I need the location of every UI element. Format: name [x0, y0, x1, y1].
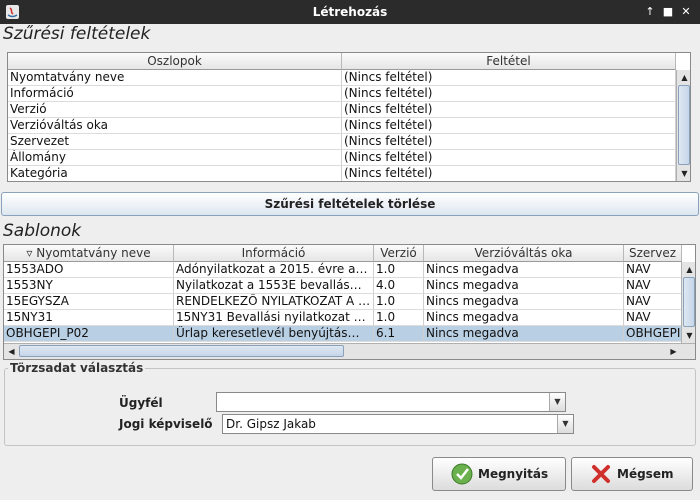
- templates-col-info[interactable]: Információ: [174, 245, 374, 262]
- template-row[interactable]: 1553ADO Adónyilatkozat a 2015. évre a… 1.0…: [4, 262, 682, 278]
- scroll-down-icon[interactable]: ▼: [678, 167, 690, 180]
- scroll-thumb-horizontal[interactable]: [19, 345, 344, 357]
- filter-condition-cell[interactable]: (Nincs feltétel): [342, 166, 676, 181]
- template-info-cell[interactable]: 15NY31 Bevallási nyilatkozat …: [174, 310, 374, 326]
- templates-col-version[interactable]: Verzió: [374, 245, 424, 262]
- template-reason-cell[interactable]: Nincs megadva: [424, 294, 624, 310]
- template-version-cell[interactable]: 6.1: [374, 326, 424, 342]
- template-name-cell[interactable]: OBHGEPI_P02: [4, 326, 174, 342]
- template-reason-cell[interactable]: Nincs megadva: [424, 310, 624, 326]
- template-row[interactable]: OBHGEPI_P02 Űrlap keresetlevél benyújtás……: [4, 326, 682, 342]
- scroll-up-icon[interactable]: ▲: [683, 263, 695, 276]
- filter-column-cell[interactable]: Információ: [8, 86, 342, 102]
- template-version-cell[interactable]: 4.0: [374, 278, 424, 294]
- filter-column-cell[interactable]: Szervezet: [8, 134, 342, 150]
- scroll-right-icon[interactable]: ▶: [667, 345, 680, 358]
- template-info-cell[interactable]: Nyilatkozat a 1553E bevallás…: [174, 278, 374, 294]
- filter-row[interactable]: Kategória (Nincs feltétel): [8, 166, 676, 181]
- checkmark-icon: [451, 463, 473, 485]
- filter-table[interactable]: Oszlopok Feltétel Nyomtatvány neve (Nincs…: [7, 52, 691, 182]
- templates-col-change-reason[interactable]: Verzióváltás oka: [424, 245, 624, 262]
- template-org-cell[interactable]: NAV: [624, 310, 682, 326]
- template-reason-cell[interactable]: Nincs megadva: [424, 326, 624, 342]
- sort-indicator-icon: ▿: [26, 246, 33, 260]
- close-icon[interactable]: ✕: [678, 4, 694, 20]
- filter-row[interactable]: Információ (Nincs feltétel): [8, 86, 676, 102]
- templates-horizontal-scrollbar[interactable]: ◀ ▶: [4, 343, 695, 359]
- templates-col-organization[interactable]: Szervez: [624, 245, 682, 262]
- template-org-cell[interactable]: NAV: [624, 294, 682, 310]
- filter-row[interactable]: Szervezet (Nincs feltétel): [8, 134, 676, 150]
- chevron-down-icon[interactable]: ▼: [557, 415, 573, 433]
- template-row[interactable]: 15EGYSZA RENDELKEZŐ NYILATKOZAT A … 1.0 Nin…: [4, 294, 682, 310]
- templates-vertical-scrollbar[interactable]: ▲ ▼: [681, 262, 695, 343]
- template-reason-cell[interactable]: Nincs megadva: [424, 262, 624, 278]
- template-info-cell[interactable]: Adónyilatkozat a 2015. évre a…: [174, 262, 374, 278]
- scroll-up-icon[interactable]: ▲: [678, 71, 690, 84]
- scroll-down-icon[interactable]: ▼: [683, 329, 695, 342]
- template-name-cell[interactable]: 15NY31: [4, 310, 174, 326]
- pin-icon[interactable]: ↑: [642, 4, 658, 20]
- template-version-cell[interactable]: 1.0: [374, 310, 424, 326]
- filter-row[interactable]: Verzió (Nincs feltétel): [8, 102, 676, 118]
- cancel-button[interactable]: Mégsem: [571, 457, 693, 491]
- representative-combobox[interactable]: Dr. Gipsz Jakab ▼: [222, 414, 574, 434]
- filter-column-cell[interactable]: Kategória: [8, 166, 342, 181]
- client-label: Ügyfél: [119, 396, 163, 410]
- open-button-label: Megnyitás: [478, 467, 549, 481]
- filter-section-title: Szűrési feltételek: [3, 24, 151, 44]
- template-version-cell[interactable]: 1.0: [374, 294, 424, 310]
- filter-col-condition[interactable]: Feltétel: [342, 53, 676, 70]
- maximize-icon[interactable]: ■: [660, 4, 676, 20]
- client-combobox[interactable]: ▼: [216, 392, 566, 412]
- template-org-cell[interactable]: NAV: [624, 262, 682, 278]
- cancel-x-icon: [592, 465, 610, 483]
- filter-condition-cell[interactable]: (Nincs feltétel): [342, 102, 676, 118]
- template-name-cell[interactable]: 1553ADO: [4, 262, 174, 278]
- template-info-cell[interactable]: Űrlap keresetlevél benyújtás…: [174, 326, 374, 342]
- filter-condition-cell[interactable]: (Nincs feltétel): [342, 134, 676, 150]
- filter-column-cell[interactable]: Nyomtatvány neve: [8, 70, 342, 86]
- templates-table[interactable]: ▿ Nyomtatvány neve Információ Verzió Ver…: [3, 244, 696, 360]
- scroll-thumb[interactable]: [683, 277, 695, 327]
- representative-label: Jogi képviselő: [119, 417, 213, 431]
- cancel-button-label: Mégsem: [617, 467, 674, 481]
- filter-row[interactable]: Állomány (Nincs feltétel): [8, 150, 676, 166]
- window-title: Létrehozás: [312, 5, 388, 19]
- filter-condition-cell[interactable]: (Nincs feltétel): [342, 150, 676, 166]
- filter-row[interactable]: Verzióváltás oka (Nincs feltétel): [8, 118, 676, 134]
- filter-column-cell[interactable]: Állomány: [8, 150, 342, 166]
- template-org-cell[interactable]: NAV: [624, 278, 682, 294]
- template-org-cell[interactable]: OBHGEPI: [624, 326, 682, 342]
- open-button[interactable]: Megnyitás: [432, 457, 566, 491]
- filter-vertical-scrollbar[interactable]: ▲ ▼: [676, 70, 690, 181]
- templates-col-name[interactable]: ▿ Nyomtatvány neve: [4, 245, 174, 262]
- template-row[interactable]: 15NY31 15NY31 Bevallási nyilatkozat … 1.0 N…: [4, 310, 682, 326]
- template-name-cell[interactable]: 15EGYSZA: [4, 294, 174, 310]
- clear-filters-button[interactable]: Szűrési feltételek törlése: [1, 192, 699, 216]
- chevron-down-icon[interactable]: ▼: [549, 393, 565, 411]
- template-name-cell[interactable]: 1553NY: [4, 278, 174, 294]
- filter-col-columns[interactable]: Oszlopok: [8, 53, 342, 70]
- filter-column-cell[interactable]: Verzióváltás oka: [8, 118, 342, 134]
- window-titlebar: Létrehozás ↑ ■ ✕: [0, 0, 700, 24]
- filter-condition-cell[interactable]: (Nincs feltétel): [342, 70, 676, 86]
- filter-column-cell[interactable]: Verzió: [8, 102, 342, 118]
- master-data-title: Törzsadat választás: [8, 361, 146, 375]
- filter-row[interactable]: Nyomtatvány neve (Nincs feltétel): [8, 70, 676, 86]
- representative-value: Dr. Gipsz Jakab: [226, 417, 316, 431]
- scroll-thumb[interactable]: [678, 85, 690, 165]
- filter-condition-cell[interactable]: (Nincs feltétel): [342, 86, 676, 102]
- templates-section-title: Sablonok: [3, 221, 82, 241]
- templates-col-name-label: Nyomtatvány neve: [36, 246, 151, 260]
- template-info-cell[interactable]: RENDELKEZŐ NYILATKOZAT A …: [174, 294, 374, 310]
- scroll-left-icon[interactable]: ◀: [5, 345, 18, 358]
- template-version-cell[interactable]: 1.0: [374, 262, 424, 278]
- template-reason-cell[interactable]: Nincs megadva: [424, 278, 624, 294]
- template-row[interactable]: 1553NY Nyilatkozat a 1553E bevallás… 4.0 Ni…: [4, 278, 682, 294]
- filter-condition-cell[interactable]: (Nincs feltétel): [342, 118, 676, 134]
